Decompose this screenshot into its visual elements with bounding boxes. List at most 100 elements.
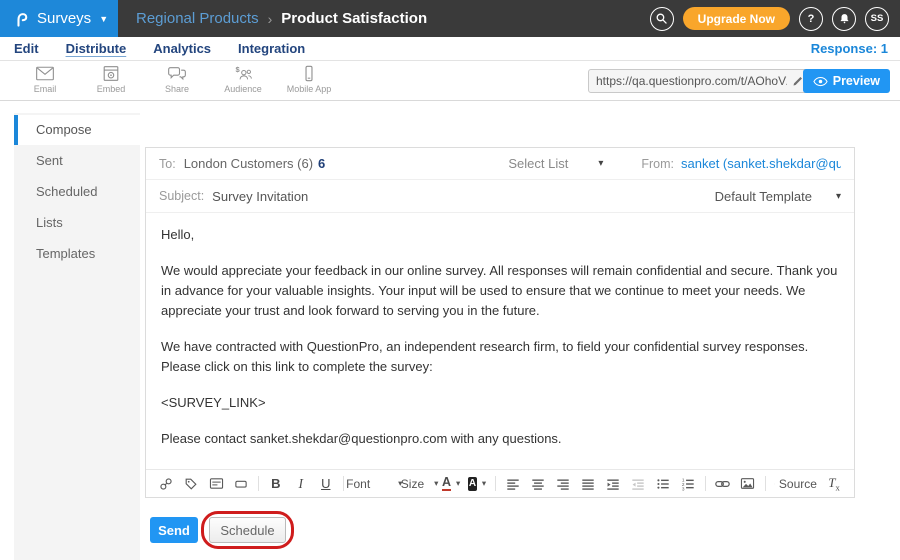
remove-format-button[interactable]: Tx [826, 474, 842, 494]
survey-tab-nav: Edit Distribute Analytics Integration Re… [0, 37, 900, 61]
to-label: To: [159, 157, 176, 171]
body-paragraph: Hello, [161, 225, 839, 245]
compose-panel: To: London Customers (6) 6 Select List ▾… [145, 147, 855, 498]
indent-button[interactable] [605, 474, 621, 494]
bell-icon [838, 12, 851, 25]
align-left-button[interactable] [505, 474, 521, 494]
breadcrumb-current: Product Satisfaction [281, 10, 427, 27]
search-icon [655, 12, 668, 25]
bold-button[interactable]: B [268, 474, 284, 494]
align-right-button[interactable] [555, 474, 571, 494]
tab-edit[interactable]: Edit [14, 41, 39, 56]
email-body-editor[interactable]: Hello, We would appreciate your feedback… [146, 213, 854, 469]
select-list-dropdown[interactable]: Select List [508, 156, 568, 171]
channel-audience-label: Audience [210, 84, 276, 94]
notifications-button[interactable] [832, 7, 856, 31]
template-caret-icon[interactable]: ▾ [836, 191, 841, 202]
eye-icon [813, 76, 828, 87]
sidebar-item-compose[interactable]: Compose [14, 115, 140, 145]
insert-image-button[interactable] [740, 474, 756, 494]
channel-mobile-app[interactable]: Mobile App [276, 61, 342, 100]
breadcrumb-parent[interactable]: Regional Products [136, 10, 259, 27]
svg-text:$: $ [236, 65, 241, 74]
anchor-link-button[interactable] [158, 474, 174, 494]
toolbar-divider [705, 476, 706, 491]
select-list-caret-icon[interactable]: ▾ [598, 158, 603, 169]
breadcrumb: Regional Products › Product Satisfaction [136, 10, 427, 27]
send-button[interactable]: Send [150, 517, 198, 543]
share-icon [167, 65, 187, 82]
preview-label: Preview [833, 74, 880, 88]
svg-text:3: 3 [682, 486, 685, 491]
source-button[interactable]: Source [774, 474, 817, 494]
card-button[interactable] [208, 474, 224, 494]
top-bar: Surveys ▼ Regional Products › Product Sa… [0, 0, 900, 37]
schedule-button[interactable]: Schedule [209, 517, 286, 543]
justify-button[interactable] [580, 474, 596, 494]
to-row: To: London Customers (6) 6 Select List ▾… [146, 148, 854, 180]
channel-embed-label: Embed [78, 84, 144, 94]
button-widget-button[interactable] [233, 474, 249, 494]
to-recipient-count: 6 [318, 156, 325, 171]
template-dropdown[interactable]: Default Template [715, 189, 812, 204]
toolbar-divider [765, 476, 766, 491]
body-paragraph: <SURVEY_LINK> [161, 393, 839, 413]
sidebar-item-templates[interactable]: Templates [14, 239, 140, 269]
tab-distribute[interactable]: Distribute [66, 41, 127, 56]
chevron-down-icon: ▼ [99, 14, 108, 24]
email-icon [35, 65, 55, 82]
user-avatar[interactable]: SS [865, 7, 889, 31]
subject-label: Subject: [159, 189, 204, 203]
surveys-menu[interactable]: Surveys ▼ [0, 0, 118, 37]
channel-mobile-app-label: Mobile App [276, 84, 342, 94]
upgrade-now-button[interactable]: Upgrade Now [683, 7, 790, 30]
toolbar-divider [495, 476, 496, 491]
body-paragraph: Please contact sanket.shekdar@questionpr… [161, 429, 839, 449]
questionpro-app: Surveys ▼ Regional Products › Product Sa… [0, 0, 900, 560]
toolbar-divider [258, 476, 259, 491]
from-value[interactable]: sanket (sanket.shekdar@ques... [681, 156, 841, 171]
sidebar-item-lists[interactable]: Lists [14, 208, 140, 238]
font-dropdown[interactable]: Font▾ [353, 474, 397, 494]
avatar-initials: SS [871, 13, 884, 24]
tab-analytics[interactable]: Analytics [153, 41, 211, 56]
schedule-highlight-annotation: Schedule [201, 511, 294, 549]
italic-button[interactable]: I [293, 474, 309, 494]
sidebar-item-scheduled[interactable]: Scheduled [14, 177, 140, 207]
channel-audience[interactable]: $ Audience [210, 61, 276, 100]
channel-share[interactable]: Share [144, 61, 210, 100]
body-paragraph: We have contracted with QuestionPro, an … [161, 337, 839, 377]
preview-button[interactable]: Preview [803, 69, 890, 93]
search-button[interactable] [650, 7, 674, 31]
bullet-list-button[interactable] [655, 474, 671, 494]
editor-toolbar: B I U Font▾ Size▾ A▾ A▾ 123 [146, 469, 854, 497]
subject-row: Subject: Survey Invitation Default Templ… [146, 180, 854, 213]
breadcrumb-separator: › [268, 11, 273, 27]
from-label: From: [641, 157, 674, 171]
tag-button[interactable] [183, 474, 199, 494]
sidebar-item-sent[interactable]: Sent [14, 146, 140, 176]
mobile-app-icon [300, 65, 318, 82]
email-sidebar: Compose Sent Scheduled Lists Templates [14, 113, 140, 560]
insert-link-button[interactable] [715, 474, 731, 494]
channel-embed[interactable]: Embed [78, 61, 144, 100]
background-color-button[interactable]: A▾ [468, 474, 486, 494]
text-color-button[interactable]: A▾ [443, 474, 459, 494]
size-dropdown[interactable]: Size▾ [405, 474, 434, 494]
align-center-button[interactable] [530, 474, 546, 494]
tab-integration[interactable]: Integration [238, 41, 305, 56]
response-count[interactable]: Response: 1 [811, 41, 900, 56]
subject-value[interactable]: Survey Invitation [212, 189, 308, 204]
underline-button[interactable]: U [318, 474, 334, 494]
toolbar-divider [343, 476, 344, 491]
embed-icon [102, 65, 120, 82]
channel-email[interactable]: Email [12, 61, 78, 100]
topbar-actions: Upgrade Now ? SS [650, 7, 900, 31]
numbered-list-button[interactable]: 123 [680, 474, 696, 494]
channel-email-label: Email [12, 84, 78, 94]
help-button[interactable]: ? [799, 7, 823, 31]
channel-share-label: Share [144, 84, 210, 94]
survey-url-field[interactable]: https://qa.questionpro.com/t/AOhoVZfqml [588, 69, 812, 93]
outdent-button[interactable] [630, 474, 646, 494]
surveys-menu-label: Surveys [37, 10, 91, 27]
